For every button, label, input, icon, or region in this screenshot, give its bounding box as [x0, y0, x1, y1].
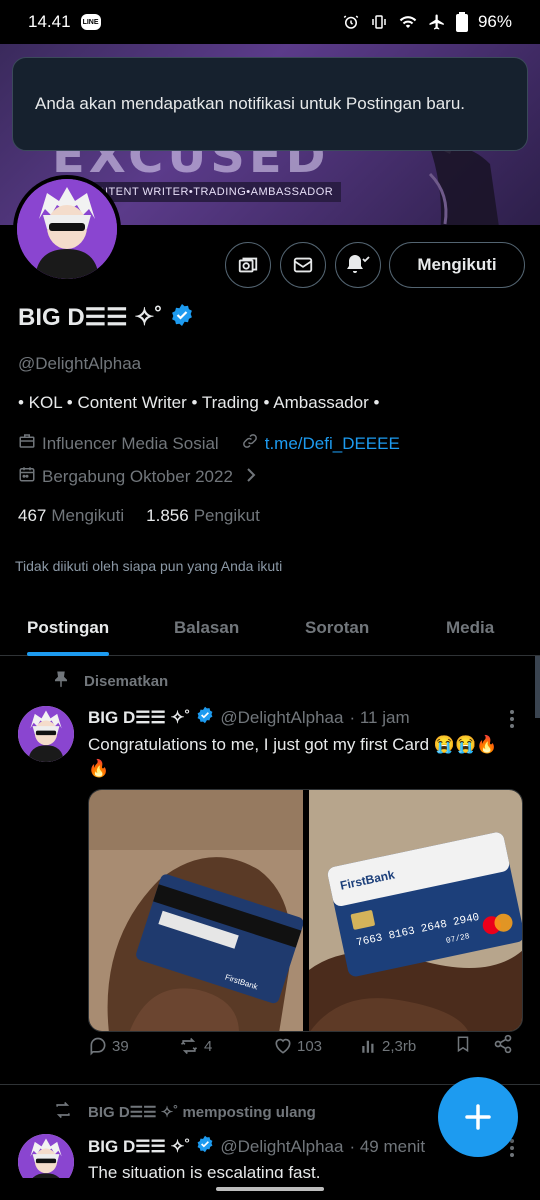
tab-label: Sorotan [305, 618, 370, 637]
tab-label: Balasan [174, 618, 240, 637]
link-icon [241, 432, 259, 455]
view-count: 2,3rb [382, 1037, 417, 1055]
post-more-options-icon[interactable] [510, 1139, 514, 1157]
system-navigation-bar [0, 1178, 540, 1200]
verified-badge-icon [196, 1135, 214, 1158]
notification-bell-button[interactable] [335, 242, 381, 288]
avatar-image [17, 179, 117, 279]
views-button[interactable]: 2,3rb [360, 1037, 416, 1055]
following-button[interactable]: Mengikuti [389, 242, 525, 288]
profile-bio: • KOL • Content Writer • Trading • Ambas… [18, 393, 380, 412]
message-button[interactable] [280, 242, 326, 288]
following-label: Mengikuti [51, 506, 125, 525]
repost-context-label: BIG D☰☰ ✧˚ memposting ulang [88, 1104, 316, 1121]
repost-button[interactable]: 4 [178, 1036, 212, 1056]
followers-count: 1.856 [146, 506, 189, 525]
post-author-handle: @DelightAlphaa [220, 1136, 344, 1156]
pin-icon [52, 669, 70, 693]
airplane-mode-icon [428, 13, 446, 31]
followers-count-link[interactable]: 1.856 Pengikut [146, 506, 260, 526]
profile-joined-row[interactable]: Bergabung Oktober 2022 [18, 465, 257, 488]
profile-avatar[interactable] [13, 175, 121, 283]
like-count: 103 [297, 1037, 323, 1055]
follow-counts: 467 Mengikuti 1.856 Pengikut [18, 506, 260, 526]
alarm-icon [342, 13, 360, 31]
reply-button[interactable]: 39 [88, 1036, 129, 1056]
briefcase-icon [18, 432, 36, 455]
status-bar: 14.41 LINE 96% [0, 0, 540, 44]
followers-label: Pengikut [193, 506, 260, 525]
status-time: 14.41 [28, 12, 71, 31]
bookmark-icon[interactable] [454, 1034, 472, 1058]
battery-icon [455, 12, 468, 32]
tab-media[interactable]: Media [446, 600, 494, 656]
post-timestamp: · 49 menit [349, 1136, 426, 1156]
profile-link[interactable]: t.me/Defi_DEEEE [265, 434, 400, 454]
profile-category: Influencer Media Sosial [42, 433, 219, 453]
following-count-link[interactable]: 467 Mengikuti [18, 506, 124, 526]
profile-meta-row: Influencer Media Sosial t.me/Defi_DEEEE [18, 432, 400, 455]
chevron-right-icon [245, 467, 257, 487]
post-author-name[interactable]: BIG D☰☰ ✧˚ [88, 1137, 190, 1157]
verified-badge-icon [196, 706, 214, 729]
reply-count: 39 [112, 1037, 129, 1055]
repost-icon [180, 1037, 198, 1055]
vibrate-icon [370, 13, 388, 31]
heart-icon [275, 1038, 291, 1054]
active-tab-indicator [27, 652, 110, 656]
repost-icon [52, 1100, 74, 1124]
post-header: BIG D☰☰ ✧˚ @DelightAlphaa · 11 jam [88, 706, 410, 729]
profile-tabs: Postingan Balasan Sorotan Media [0, 600, 540, 656]
post-author-name[interactable]: BIG D☰☰ ✧˚ [88, 708, 190, 728]
post-more-options-icon[interactable] [510, 710, 514, 728]
reply-icon [90, 1037, 106, 1056]
profile-joined-date: Bergabung Oktober 2022 [42, 466, 233, 486]
post-header: BIG D☰☰ ✧˚ @DelightAlphaa · 49 menit [88, 1135, 425, 1158]
post-media-grid: FirstBank FirstBank 7663 8163 2648 2940 … [88, 789, 523, 1032]
banner-tagline: NTENT WRITER•TRADING•AMBASSADOR [92, 182, 342, 202]
calendar-icon [18, 465, 36, 488]
post-text: Congratulations to me, I just got my fir… [88, 735, 498, 778]
tab-label: Media [446, 618, 495, 637]
profile-handle: @DelightAlphaa [18, 354, 142, 373]
post-image-card-front[interactable]: FirstBank 7663 8163 2648 2940 07/28 [308, 790, 522, 1031]
home-gesture-handle[interactable] [216, 1187, 324, 1191]
grok-profile-button[interactable] [225, 242, 271, 288]
views-chart-icon [362, 1040, 374, 1053]
tab-balasan[interactable]: Balasan [174, 600, 239, 656]
share-icon[interactable] [493, 1034, 513, 1058]
pinned-indicator: Disematkan [52, 669, 168, 693]
repost-indicator: BIG D☰☰ ✧˚ memposting ulang [52, 1100, 316, 1124]
compose-post-button[interactable] [438, 1077, 518, 1157]
post-timestamp: · 11 jam [349, 707, 410, 727]
scrollbar-thumb[interactable] [535, 656, 540, 718]
post-author-handle: @DelightAlphaa [220, 707, 344, 727]
repost-count: 4 [204, 1037, 213, 1055]
post-author-avatar[interactable] [18, 706, 74, 762]
like-button[interactable]: 103 [273, 1036, 322, 1056]
pinned-label: Disematkan [84, 672, 169, 690]
battery-percent: 96% [477, 12, 512, 31]
line-app-icon: LINE [80, 14, 101, 30]
followed-by-text: Tidak diikuti oleh siapa pun yang Anda i… [15, 558, 283, 574]
verified-badge-icon [170, 303, 194, 332]
profile-display-name: BIG D☰☰ ✧˚ [18, 304, 163, 331]
following-count: 467 [18, 506, 47, 525]
profile-name-row: BIG D☰☰ ✧˚ [18, 303, 194, 332]
toast-message: Anda akan mendapatkan notifikasi untuk P… [35, 94, 466, 113]
tab-sorotan[interactable]: Sorotan [305, 600, 369, 656]
post-image-card-back[interactable]: FirstBank [89, 790, 303, 1031]
tab-label: Postingan [27, 618, 110, 637]
plus-icon [465, 1104, 491, 1130]
wifi-icon [398, 13, 418, 31]
tab-postingan[interactable]: Postingan [27, 600, 110, 656]
notification-toast: Anda akan mendapatkan notifikasi untuk P… [12, 57, 528, 151]
